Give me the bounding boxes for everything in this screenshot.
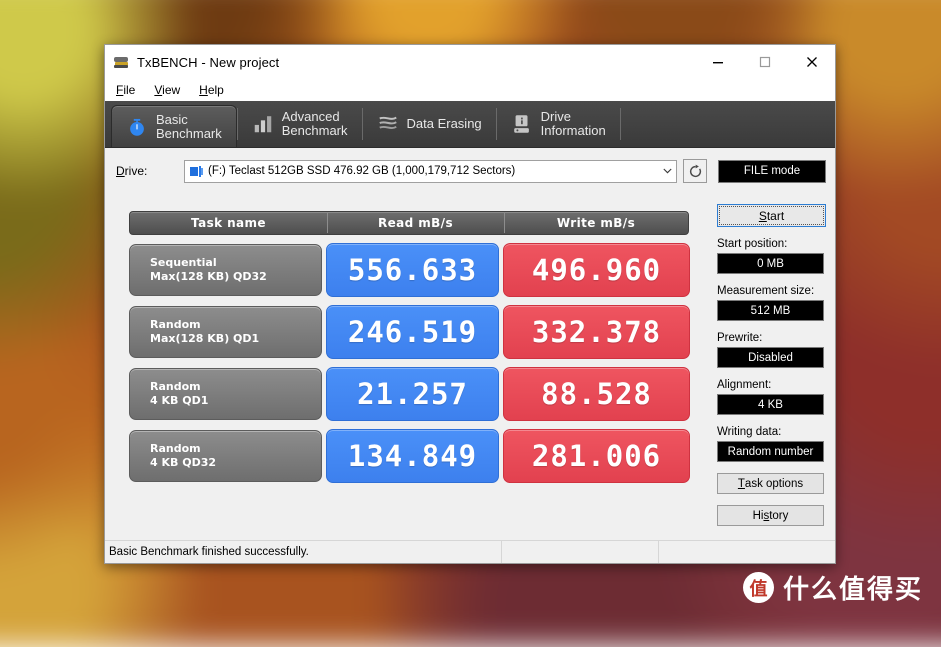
tab-advanced-benchmark-label: Advanced Benchmark [282, 110, 348, 138]
watermark-logo: 值 [743, 572, 774, 603]
main-content: Drive: (F:) Teclast 512GB SSD 476.92 GB … [105, 148, 835, 540]
column-header-write: Write mB/s [504, 216, 688, 230]
drive-selector-row: Drive: (F:) Teclast 512GB SSD 476.92 GB … [105, 148, 835, 183]
status-panel-2 [502, 541, 659, 563]
alignment-value[interactable]: 4 KB [717, 394, 824, 415]
maximize-icon[interactable] [741, 45, 788, 79]
task-title: Random [150, 380, 321, 394]
tab-drive-information-label: Drive Information [541, 110, 606, 138]
tab-divider [620, 108, 621, 140]
chevron-down-icon[interactable] [659, 161, 676, 182]
prewrite-label: Prewrite: [717, 332, 824, 344]
menu-item-view[interactable]: View [154, 83, 180, 97]
menu-item-help[interactable]: Help [199, 83, 224, 97]
task-options-button[interactable]: Task options [717, 473, 824, 494]
stopwatch-icon [126, 116, 148, 138]
task-detail: Max(128 KB) QD32 [150, 270, 321, 284]
task-title: Sequential [150, 256, 321, 270]
tab-strip: Basic Benchmark Advanced Benchmark Data … [105, 101, 835, 148]
site-watermark: 值 什么值得买 [743, 569, 923, 606]
close-icon[interactable] [788, 45, 835, 79]
read-value: 134.849 [326, 429, 499, 483]
task-detail: Max(128 KB) QD1 [150, 332, 321, 346]
task-title: Random [150, 318, 321, 332]
tab-basic-benchmark[interactable]: Basic Benchmark [111, 105, 237, 147]
drive-select[interactable]: (F:) Teclast 512GB SSD 476.92 GB (1,000,… [184, 160, 677, 183]
column-header-read: Read mB/s [327, 216, 504, 230]
history-button[interactable]: History [717, 505, 824, 526]
task-button[interactable]: Random 4 KB QD1 [129, 368, 322, 420]
wave-shred-icon [377, 113, 399, 135]
drive-label: Drive: [116, 164, 184, 178]
table-row: Random 4 KB QD32 134.849 281.006 [129, 429, 689, 483]
start-button[interactable]: Start [717, 204, 826, 227]
benchmark-results: Task name Read mB/s Write mB/s Sequentia… [129, 211, 689, 483]
window-title: TxBENCH - New project [137, 55, 279, 70]
minimize-icon[interactable] [694, 45, 741, 79]
prewrite-value[interactable]: Disabled [717, 347, 824, 368]
write-value: 496.960 [503, 243, 690, 297]
read-value: 556.633 [326, 243, 499, 297]
task-detail: 4 KB QD32 [150, 456, 321, 470]
results-header-row: Task name Read mB/s Write mB/s [129, 211, 689, 235]
menu-bar: File View Help [105, 79, 835, 101]
menu-item-file[interactable]: File [116, 83, 135, 97]
start-position-label: Start position: [717, 238, 824, 250]
tab-drive-information[interactable]: Drive Information [497, 101, 620, 147]
writing-data-label: Writing data: [717, 426, 824, 438]
watermark-text: 什么值得买 [783, 569, 923, 606]
tab-data-erasing[interactable]: Data Erasing [363, 101, 496, 147]
writing-data-value[interactable]: Random number [717, 441, 824, 462]
start-position-value[interactable]: 0 MB [717, 253, 824, 274]
options-panel: Start Start position: 0 MB Measurement s… [717, 204, 824, 526]
table-row: Random 4 KB QD1 21.257 88.528 [129, 367, 689, 421]
file-mode-button[interactable]: FILE mode [718, 160, 826, 183]
bar-chart-icon [252, 113, 274, 135]
table-row: Random Max(128 KB) QD1 246.519 332.378 [129, 305, 689, 359]
write-value: 88.528 [503, 367, 690, 421]
txbench-window: TxBENCH - New project File View Help [104, 44, 836, 564]
task-detail: 4 KB QD1 [150, 394, 321, 408]
refresh-icon[interactable] [683, 159, 707, 183]
table-row: Sequential Max(128 KB) QD32 556.633 496.… [129, 243, 689, 297]
task-button[interactable]: Random Max(128 KB) QD1 [129, 306, 322, 358]
tab-advanced-benchmark[interactable]: Advanced Benchmark [238, 101, 362, 147]
drive-stack-icon [114, 54, 130, 70]
hard-drive-icon [511, 113, 533, 135]
write-value: 332.378 [503, 305, 690, 359]
task-button[interactable]: Sequential Max(128 KB) QD32 [129, 244, 322, 296]
alignment-label: Alignment: [717, 379, 824, 391]
read-value: 246.519 [326, 305, 499, 359]
task-title: Random [150, 442, 321, 456]
tab-data-erasing-label: Data Erasing [407, 117, 482, 131]
title-bar: TxBENCH - New project [105, 45, 835, 79]
hdd-icon [190, 166, 203, 177]
measurement-size-label: Measurement size: [717, 285, 824, 297]
write-value: 281.006 [503, 429, 690, 483]
drive-select-value: (F:) Teclast 512GB SSD 476.92 GB (1,000,… [208, 165, 515, 177]
tab-basic-benchmark-label: Basic Benchmark [156, 113, 222, 141]
task-button[interactable]: Random 4 KB QD32 [129, 430, 322, 482]
measurement-size-value[interactable]: 512 MB [717, 300, 824, 321]
window-controls [694, 45, 835, 79]
read-value: 21.257 [326, 367, 499, 421]
status-bar: Basic Benchmark finished successfully. [105, 540, 835, 563]
status-message: Basic Benchmark finished successfully. [105, 541, 502, 563]
status-panel-3 [659, 541, 835, 563]
column-header-task-name: Task name [130, 216, 327, 230]
